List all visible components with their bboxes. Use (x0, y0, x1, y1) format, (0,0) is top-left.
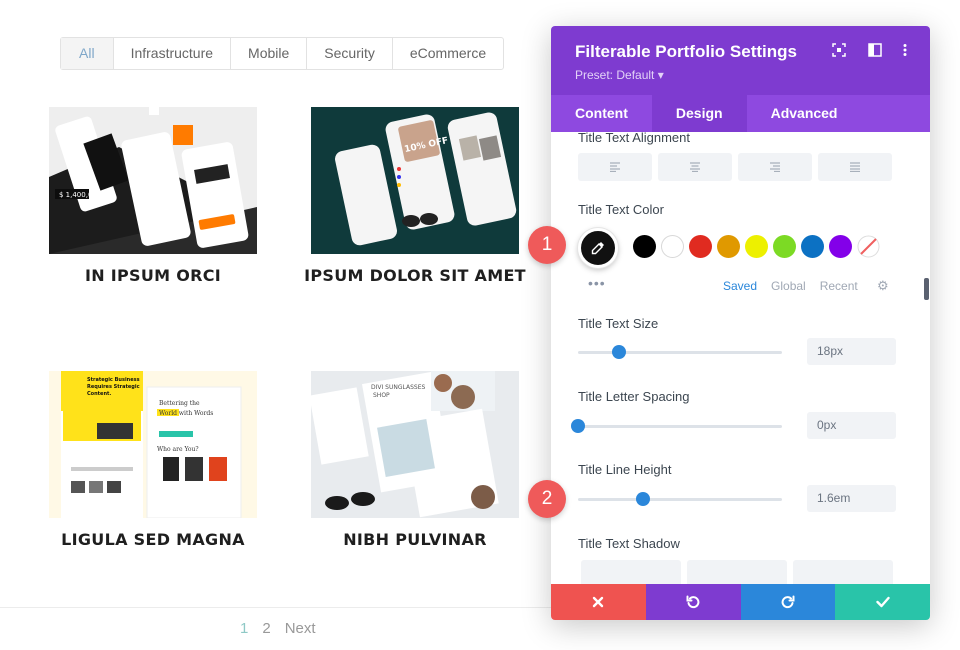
align-center-icon (690, 162, 700, 172)
color-palette-tabs: Saved Global Recent (723, 279, 858, 293)
panel-footer (551, 584, 930, 620)
next-page-link[interactable]: Next (285, 620, 316, 637)
check-icon (875, 596, 890, 608)
split-view-icon[interactable] (867, 43, 883, 59)
tab-design[interactable]: Design (651, 95, 747, 132)
panel-title: Filterable Portfolio Settings (575, 42, 797, 61)
align-justify-button[interactable] (818, 153, 892, 181)
color-swatch[interactable] (829, 235, 852, 258)
align-right-button[interactable] (738, 153, 812, 181)
portfolio-thumbnail[interactable]: 10% OFF (311, 107, 519, 254)
title-text-color-label: Title Text Color (578, 202, 664, 217)
more-colors-icon[interactable]: ••• (588, 275, 606, 291)
align-right-icon (770, 162, 780, 172)
tab-advanced[interactable]: Advanced (747, 95, 862, 132)
svg-text:Requires Strategic: Requires Strategic (87, 384, 140, 390)
eyedropper-icon (591, 242, 604, 255)
undo-icon (686, 595, 700, 609)
fullscreen-icon[interactable] (831, 43, 847, 59)
svg-text:Content.: Content. (87, 391, 111, 397)
svg-text:Bettering the: Bettering the (159, 400, 200, 407)
align-left-button[interactable] (578, 153, 652, 181)
tab-content[interactable]: Content (551, 95, 652, 132)
settings-panel: Filterable Portfolio Settings Preset: De… (551, 26, 930, 620)
color-swatches (633, 235, 880, 258)
filter-ecommerce[interactable]: eCommerce (391, 38, 503, 69)
title-text-size-input[interactable]: 18px (807, 338, 896, 365)
color-tab-saved[interactable]: Saved (723, 279, 757, 293)
save-button[interactable] (835, 584, 930, 620)
portfolio-filter-bar: All Infrastructure Mobile Security eComm… (60, 37, 505, 70)
filter-all[interactable]: All (61, 38, 113, 69)
align-justify-icon (850, 162, 860, 172)
panel-header: Filterable Portfolio Settings Preset: De… (551, 26, 930, 95)
color-picker-button[interactable] (578, 228, 618, 268)
redo-button[interactable] (740, 584, 836, 620)
slider-handle[interactable] (636, 492, 651, 506)
gear-icon[interactable]: ⚙ (877, 278, 889, 294)
portfolio-thumbnail[interactable]: $ 1,400,000 (49, 107, 257, 254)
title-text-shadow-label: Title Text Shadow (578, 536, 680, 551)
filter-infrastructure[interactable]: Infrastructure (112, 38, 230, 69)
alignment-options (578, 153, 892, 181)
color-swatch[interactable] (689, 235, 712, 258)
title-letter-spacing-input[interactable]: 0px (807, 412, 896, 439)
svg-text:DIVI SUNGLASSES: DIVI SUNGLASSES (371, 384, 426, 391)
title-line-height-label: Title Line Height (578, 462, 672, 477)
svg-text:Strategic Business: Strategic Business (87, 377, 140, 383)
title-text-size-label: Title Text Size (578, 316, 659, 331)
title-text-alignment-label: Title Text Alignment (578, 130, 690, 145)
svg-text:Who are You?: Who are You? (157, 446, 199, 453)
svg-text:$ 1,400,000: $ 1,400,000 (59, 191, 101, 199)
color-swatch[interactable] (661, 235, 684, 258)
svg-text:World with Words: World with Words (159, 410, 213, 417)
slider-handle[interactable] (611, 345, 626, 359)
color-tab-recent[interactable]: Recent (820, 279, 858, 293)
more-options-icon[interactable] (897, 43, 913, 59)
color-tab-global[interactable]: Global (771, 279, 806, 293)
color-swatch[interactable] (745, 235, 768, 258)
slider-handle[interactable] (571, 419, 585, 433)
preset-dropdown[interactable]: Preset: Default ▾ (575, 68, 664, 82)
pagination-divider (0, 607, 560, 608)
pagination: 1 2 Next (240, 620, 316, 637)
discard-button[interactable] (551, 584, 646, 620)
align-center-button[interactable] (658, 153, 732, 181)
portfolio-thumbnail[interactable]: Strategic Business Requires Strategic Co… (49, 371, 257, 518)
title-line-height-slider[interactable] (578, 492, 782, 506)
portfolio-item-title[interactable]: NIBH PULVINAR (291, 527, 539, 553)
title-letter-spacing-slider[interactable] (571, 419, 782, 433)
annotation-badge-1: 1 (528, 226, 566, 264)
color-swatch[interactable] (773, 235, 796, 258)
page-link-2[interactable]: 2 (262, 620, 270, 637)
panel-scrollbar[interactable] (924, 278, 929, 300)
panel-tabs: Content Design Advanced (551, 95, 930, 132)
redo-icon (781, 595, 795, 609)
color-swatch[interactable] (801, 235, 824, 258)
color-swatch[interactable] (717, 235, 740, 258)
filter-security[interactable]: Security (306, 38, 392, 69)
portfolio-thumbnail[interactable]: DIVI SUNGLASSES SHOP (311, 371, 519, 518)
annotation-badge-2: 2 (528, 480, 566, 518)
align-left-icon (610, 162, 620, 172)
undo-button[interactable] (645, 584, 741, 620)
title-text-size-slider[interactable] (578, 345, 782, 359)
color-swatch[interactable] (633, 235, 656, 258)
title-letter-spacing-label: Title Letter Spacing (578, 389, 690, 404)
no-color-swatch-icon[interactable] (857, 235, 880, 258)
close-icon (593, 596, 604, 608)
page-link-1[interactable]: 1 (240, 620, 248, 637)
portfolio-item-title[interactable]: IPSUM DOLOR SIT AMET (291, 263, 539, 289)
filter-mobile[interactable]: Mobile (230, 38, 306, 69)
svg-text:SHOP: SHOP (373, 392, 390, 399)
portfolio-item-title[interactable]: IN IPSUM ORCI (29, 263, 277, 289)
title-line-height-input[interactable]: 1.6em (807, 485, 896, 512)
portfolio-item-title[interactable]: LIGULA SED MAGNA (29, 527, 277, 553)
